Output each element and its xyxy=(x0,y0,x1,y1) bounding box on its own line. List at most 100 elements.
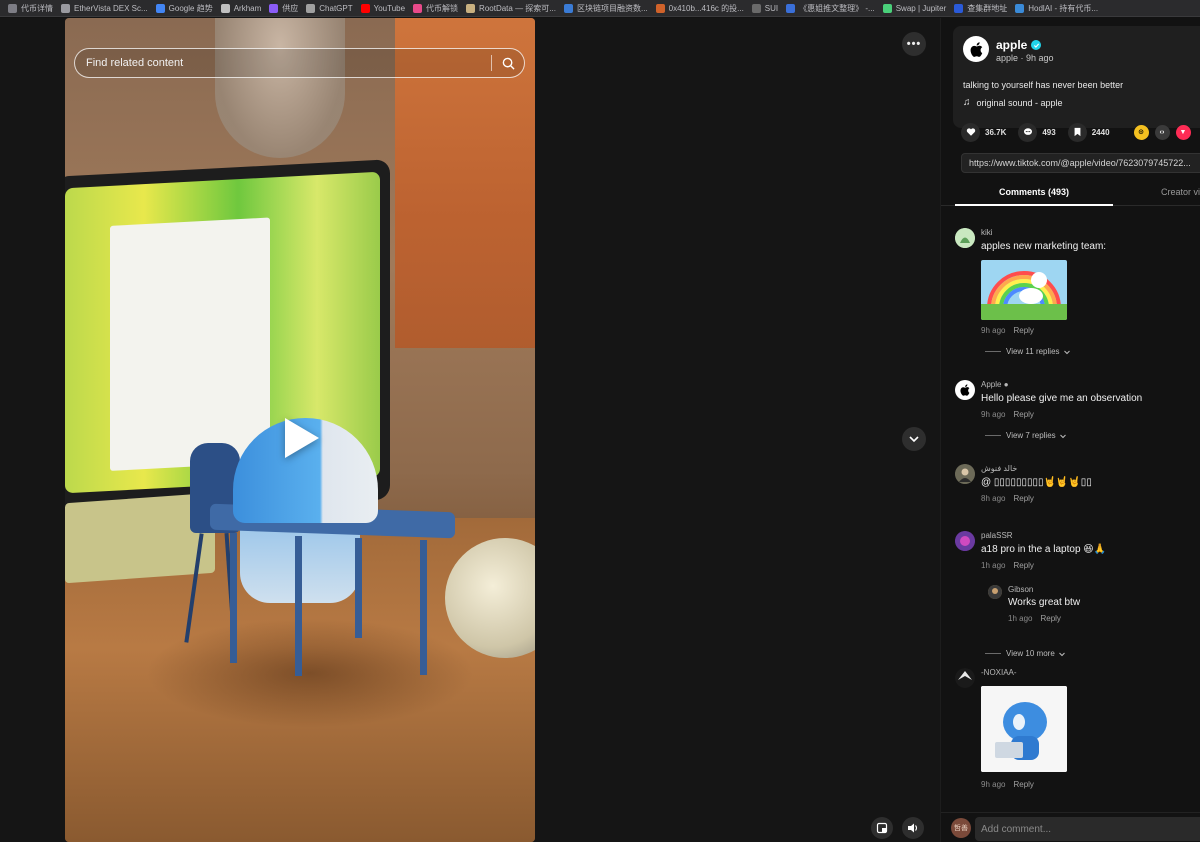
bookmark-item[interactable]: EtherVista DEX Sc... xyxy=(61,3,148,13)
reply-button[interactable]: Reply xyxy=(1013,494,1033,503)
verified-badge-icon xyxy=(1031,40,1042,50)
bookmark-item[interactable]: Arkham xyxy=(220,3,261,13)
sound-link[interactable]: ♫ original sound - apple xyxy=(963,97,1063,108)
apple-badge-icon: ● xyxy=(1003,380,1009,389)
save-button[interactable]: 2440 xyxy=(1067,122,1110,142)
avatar[interactable] xyxy=(988,585,1002,599)
bookmark-item[interactable]: 查集群地址 xyxy=(954,3,1007,14)
avatar[interactable] xyxy=(955,464,975,484)
bookmark-favicon-icon xyxy=(563,3,573,13)
bookmark-favicon-icon xyxy=(786,3,796,13)
search-input[interactable] xyxy=(75,49,491,77)
comment-meta: 1h ago Reply xyxy=(1008,614,1061,623)
search-icon xyxy=(502,57,515,70)
video-document xyxy=(110,217,270,471)
comment-meta: 9h ago Reply xyxy=(981,326,1034,335)
author-handle-time: apple · 9h ago xyxy=(996,53,1054,63)
comment-username[interactable]: -NOXIAA- xyxy=(981,668,1017,677)
picture-in-picture-button[interactable] xyxy=(871,817,893,839)
comment-input[interactable] xyxy=(975,817,1200,841)
comment-username[interactable]: Apple ● xyxy=(981,380,1009,389)
video-player[interactable] xyxy=(65,18,535,842)
comment-image[interactable] xyxy=(981,260,1067,320)
avatar[interactable] xyxy=(955,380,975,400)
bookmark-item[interactable]: RootData — 探索可... xyxy=(466,3,556,14)
bookmark-favicon-icon xyxy=(360,3,370,13)
reply-item: Gibson Works great btw 1h ago Reply xyxy=(988,585,1198,625)
bookmark-item[interactable]: YouTube xyxy=(360,3,405,13)
comment-text: Hello please give me an observation xyxy=(981,393,1143,404)
volume-button[interactable] xyxy=(902,817,924,839)
comment-username[interactable]: palaSSR xyxy=(981,531,1013,540)
view-replies-button[interactable]: View 7 replies xyxy=(985,431,1067,440)
comment-text: Works great btw xyxy=(1008,597,1081,608)
comment-username[interactable]: Gibson xyxy=(1008,585,1033,594)
play-icon[interactable] xyxy=(285,418,319,458)
search-button[interactable] xyxy=(492,49,524,77)
comment-button[interactable]: 493 xyxy=(1018,122,1056,142)
bookmark-item[interactable]: 供应 xyxy=(269,3,298,14)
view-more-replies-button[interactable]: View 10 more xyxy=(985,649,1066,658)
author-card: apple apple · 9h ago talking to yourself… xyxy=(953,26,1200,128)
reply-button[interactable]: Reply xyxy=(1013,561,1033,570)
bookmark-favicon-icon xyxy=(882,3,892,13)
avatar[interactable] xyxy=(955,531,975,551)
like-button[interactable]: 36.7K xyxy=(961,122,1006,142)
bookmark-item[interactable]: 区块链项目融资数... xyxy=(563,3,648,14)
reply-button[interactable]: Reply xyxy=(1013,326,1033,335)
comment-tabs: Comments (493) Creator vi xyxy=(941,182,1200,206)
view-replies-button[interactable]: View 11 replies xyxy=(985,347,1071,356)
bookmark-favicon-icon xyxy=(269,3,279,13)
more-options-button[interactable]: ••• xyxy=(902,32,926,56)
next-video-button[interactable] xyxy=(902,427,926,451)
bookmark-favicon-icon xyxy=(306,3,316,13)
embed-code-icon[interactable]: ‹› xyxy=(1154,124,1170,140)
comment-meta: 8h ago Reply xyxy=(981,494,1034,503)
video-stage: ••• xyxy=(0,18,940,842)
reply-button[interactable]: Reply xyxy=(1040,614,1060,623)
engagement-row: 36.7K 493 2440 ⊙ ‹› ▼ xyxy=(961,122,1200,142)
comment-username[interactable]: خالد فنوش xyxy=(981,464,1017,473)
bookmark-item[interactable]: ChatGPT xyxy=(306,3,353,13)
pip-icon xyxy=(876,822,888,834)
search-bar xyxy=(74,48,525,78)
bookmark-item[interactable]: 代币解锁 xyxy=(413,3,458,14)
bookmark-favicon-icon xyxy=(61,3,70,13)
bookmark-item[interactable]: SUI xyxy=(751,3,778,13)
tab-creator-videos[interactable]: Creator vi xyxy=(1161,187,1200,197)
bookmark-item[interactable]: 代币详情 xyxy=(8,3,53,14)
comment-username[interactable]: kiki xyxy=(981,228,993,237)
avatar[interactable]: 哲善 xyxy=(951,818,971,838)
avatar[interactable] xyxy=(955,668,975,688)
bookmark-item[interactable]: Google 趋势 xyxy=(155,3,213,14)
bookmark-favicon-icon xyxy=(8,3,17,13)
comment-meta: 9h ago Reply xyxy=(981,410,1034,419)
details-panel: apple apple · 9h ago talking to yourself… xyxy=(940,18,1200,842)
reply-button[interactable]: Reply xyxy=(1013,410,1033,419)
apple-logo-icon xyxy=(960,384,970,396)
bookmark-item[interactable]: HodlAI - 持有代币... xyxy=(1015,3,1098,14)
chevron-down-icon xyxy=(1063,350,1070,354)
more-icon: ••• xyxy=(906,38,922,50)
video-url-field[interactable]: https://www.tiktok.com/@apple/video/7623… xyxy=(961,153,1200,173)
send-icon[interactable]: ▼ xyxy=(1175,124,1191,140)
comment-text: a18 pro in the a laptop 😆🙏 xyxy=(981,544,1107,555)
share-row: ⊙ ‹› ▼ xyxy=(1133,124,1197,140)
avatar[interactable] xyxy=(963,36,989,62)
comment-meta: 9h ago Reply xyxy=(981,780,1034,789)
video-lamp xyxy=(215,18,345,158)
author-name[interactable]: apple xyxy=(996,38,1042,52)
tab-comments[interactable]: Comments (493) xyxy=(955,187,1113,206)
coin-icon[interactable]: ⊙ xyxy=(1133,124,1149,140)
bookmark-favicon-icon xyxy=(655,3,665,13)
chevron-down-icon xyxy=(1058,652,1065,656)
bookmark-item[interactable]: Swap | Jupiter xyxy=(882,3,946,13)
bookmark-favicon-icon xyxy=(220,3,230,13)
music-note-icon: ♫ xyxy=(963,97,971,108)
chevron-down-icon xyxy=(909,436,919,443)
comment-image[interactable] xyxy=(981,686,1067,772)
bookmark-item[interactable]: 0x410b...416c 的投... xyxy=(655,3,744,14)
bookmark-item[interactable]: 《惠姐推文整理》 -... xyxy=(786,3,875,14)
avatar[interactable] xyxy=(955,228,975,248)
reply-button[interactable]: Reply xyxy=(1013,780,1033,789)
